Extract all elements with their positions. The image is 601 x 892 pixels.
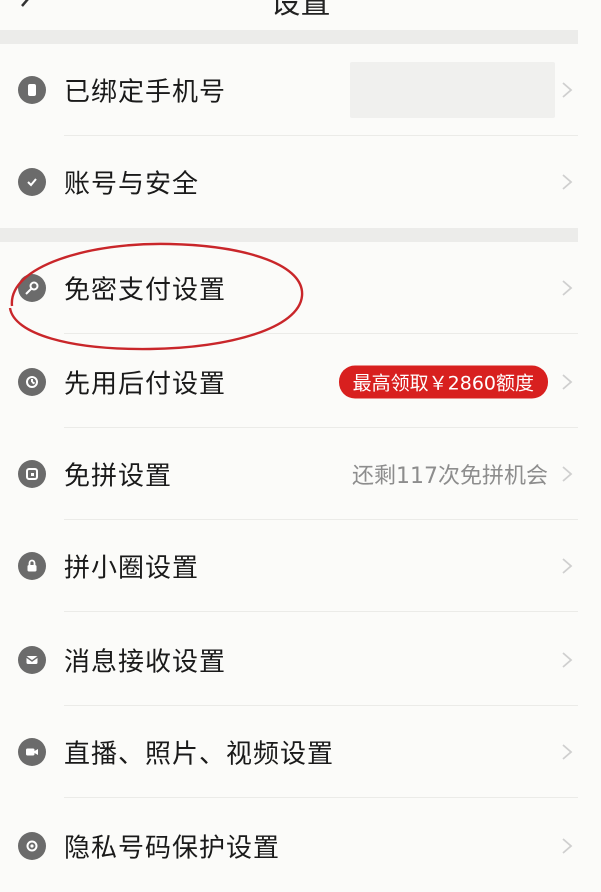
lock-icon	[18, 552, 46, 580]
row-label: 账号与安全	[64, 169, 200, 200]
message-icon	[18, 646, 46, 674]
group-card-icon	[18, 460, 46, 488]
highlight-annotation-oval	[8, 242, 304, 351]
privacy-number-row[interactable]: 隐私号码保护设置	[0, 800, 578, 892]
chevron-right-icon	[562, 652, 573, 668]
page-title: 设置	[270, 0, 331, 21]
row-label: 已绑定手机号	[64, 77, 227, 108]
chevron-right-icon	[562, 838, 573, 854]
shield-check-icon	[18, 168, 46, 196]
bound-phone-row[interactable]: 已绑定手机号	[0, 44, 578, 136]
row-label: 免拼设置	[64, 461, 173, 492]
phone-icon	[18, 76, 46, 104]
chevron-right-icon	[562, 174, 573, 190]
top-bar: 设置	[0, 0, 601, 30]
chevron-right-icon	[562, 744, 573, 760]
credit-offer-badge: 最高领取￥2860额度	[338, 365, 548, 399]
row-label: 消息接收设置	[64, 647, 227, 678]
privacy-shield-icon	[18, 832, 46, 860]
row-label: 先用后付设置	[64, 369, 227, 400]
remaining-chances-text: 还剩117次免拼机会	[352, 464, 548, 489]
chevron-right-icon	[562, 558, 573, 574]
chevron-right-icon	[562, 466, 573, 482]
row-label: 隐私号码保护设置	[64, 833, 281, 864]
media-settings-row[interactable]: 直播、照片、视频设置	[0, 706, 578, 798]
row-label: 拼小圈设置	[64, 553, 200, 584]
pin-circle-settings-row[interactable]: 拼小圈设置	[0, 520, 578, 612]
pay-later-icon	[18, 368, 46, 396]
phone-number-redacted	[350, 62, 555, 118]
chevron-right-icon	[562, 374, 573, 390]
message-settings-row[interactable]: 消息接收设置	[0, 614, 578, 706]
video-camera-icon	[18, 738, 46, 766]
chevron-right-icon	[562, 82, 573, 98]
section-divider	[0, 30, 578, 44]
chevron-right-icon	[562, 280, 573, 296]
row-label: 直播、照片、视频设置	[64, 739, 335, 770]
account-security-row[interactable]: 账号与安全	[0, 136, 578, 228]
no-group-settings-row[interactable]: 免拼设置 还剩117次免拼机会	[0, 428, 578, 520]
